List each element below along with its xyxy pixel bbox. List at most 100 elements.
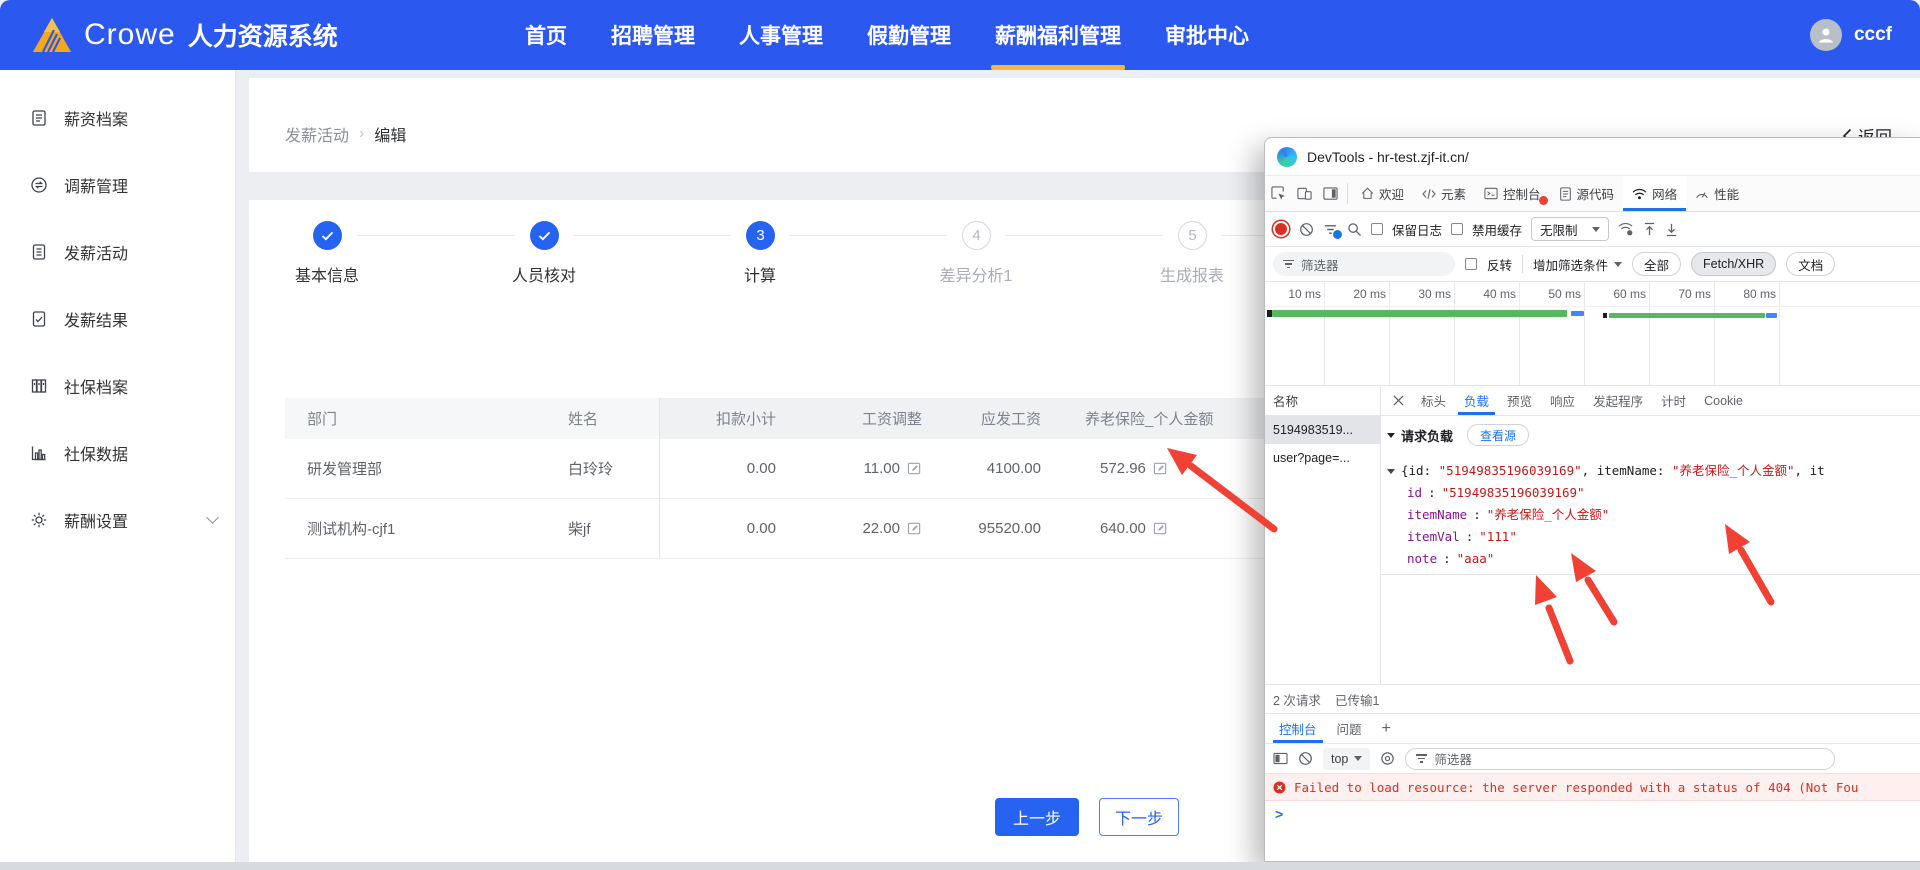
live-expression-icon[interactable] <box>1380 751 1395 766</box>
devtools-titlebar[interactable]: DevTools - hr-test.zjf-it.cn/ <box>1265 138 1920 176</box>
filter-pill-fetch-xhr[interactable]: Fetch/XHR <box>1691 252 1776 276</box>
col-header-dept: 部门 <box>285 398 560 439</box>
nav-item-home[interactable]: 首页 <box>525 0 567 70</box>
next-step-button[interactable]: 下一步 <box>1099 798 1179 836</box>
close-icon[interactable] <box>1385 386 1411 415</box>
step-1-basic-info[interactable] <box>313 221 342 250</box>
json-preview-row[interactable]: {id: "51949835196039169", itemName: "养老保… <box>1387 460 1919 482</box>
brand-name: Crowe <box>84 18 176 52</box>
detail-tab-timing[interactable]: 计时 <box>1653 386 1694 415</box>
filter-toggle-icon[interactable] <box>1323 223 1338 236</box>
divider <box>1347 183 1348 204</box>
preserve-log-checkbox[interactable] <box>1371 223 1383 235</box>
sidebar-item-social-archive[interactable]: 社保档案 <box>0 352 235 419</box>
step-2-person-check[interactable] <box>530 221 559 250</box>
search-icon[interactable] <box>1347 222 1362 237</box>
devtools-tab-sources[interactable]: 源代码 <box>1550 176 1624 211</box>
sidebar-item-salary-archive[interactable]: 薪资档案 <box>0 84 235 151</box>
gear-icon <box>30 511 48 529</box>
timeline-request-bar-blue <box>1766 313 1777 318</box>
import-har-icon[interactable] <box>1643 222 1656 237</box>
detail-tab-payload[interactable]: 负载 <box>1456 386 1497 415</box>
payroll-table: 部门 姓名 扣款小计 工资调整 应发工资 养老保险_个人金额 研发管理部 白玲玲… <box>285 398 1335 559</box>
devtools-tab-network[interactable]: 网络 <box>1623 176 1686 211</box>
console-filter-input[interactable]: 筛选器 <box>1405 748 1835 770</box>
network-overview-timeline: 10 ms 20 ms 30 ms 40 ms 50 ms 60 ms 70 m… <box>1265 282 1920 386</box>
invert-checkbox[interactable] <box>1465 258 1477 270</box>
console-sidebar-icon[interactable] <box>1273 752 1288 765</box>
filter-active-badge <box>1333 230 1342 239</box>
sidebar-item-salary-adjust[interactable]: 调薪管理 <box>0 151 235 218</box>
console-context-select[interactable]: top <box>1323 748 1370 770</box>
detail-tab-headers[interactable]: 标头 <box>1413 386 1454 415</box>
clear-icon[interactable] <box>1299 222 1314 237</box>
step-label: 差异分析1 <box>911 262 1041 286</box>
disable-cache-checkbox[interactable] <box>1451 223 1463 235</box>
check-icon <box>321 231 334 241</box>
filter-pill-all[interactable]: 全部 <box>1632 252 1681 276</box>
col-header-adjust: 工资调整 <box>790 398 930 439</box>
devtools-tab-elements[interactable]: 元素 <box>1413 176 1475 211</box>
col-header-name: 姓名 <box>560 398 660 439</box>
col-header-deduction: 扣款小计 <box>660 398 790 439</box>
timeline-tick: 50 ms <box>1526 287 1581 301</box>
network-filter-input[interactable]: 筛选器 <box>1273 252 1455 276</box>
table-row: 研发管理部 白玲玲 0.00 11.00 4100.00 572.96 <box>285 439 1335 499</box>
request-item[interactable]: user?page=... <box>1265 444 1380 472</box>
step-4-diff-analysis[interactable]: 4 <box>962 221 991 250</box>
throttling-select[interactable]: 无限制 <box>1531 217 1609 241</box>
user-box[interactable]: cccf <box>1810 0 1892 70</box>
filter-pill-doc[interactable]: 文档 <box>1786 252 1835 276</box>
nav-item-approval[interactable]: 审批中心 <box>1165 0 1249 70</box>
edit-icon[interactable] <box>907 461 922 476</box>
console-tab-issues[interactable]: 问题 <box>1329 714 1370 743</box>
nav-item-recruit[interactable]: 招聘管理 <box>611 0 695 70</box>
inspect-icon[interactable] <box>1265 176 1291 211</box>
nav-item-attendance[interactable]: 假勤管理 <box>867 0 951 70</box>
view-source-button[interactable]: 查看源 <box>1467 424 1529 446</box>
edit-icon[interactable] <box>1153 521 1168 536</box>
devtools-tab-welcome[interactable]: 欢迎 <box>1352 176 1413 211</box>
breadcrumb-root[interactable]: 发薪活动 <box>285 122 349 146</box>
console-tab-console[interactable]: 控制台 <box>1271 714 1325 743</box>
detail-tab-preview[interactable]: 预览 <box>1499 386 1540 415</box>
sidebar-item-salary-settings[interactable]: 薪酬设置 <box>0 486 235 553</box>
more-filters-dropdown[interactable]: 增加筛选条件 <box>1533 255 1622 274</box>
export-har-icon[interactable] <box>1665 222 1678 237</box>
top-nav: 首页 招聘管理 人事管理 假勤管理 薪酬福利管理 审批中心 <box>525 0 1249 70</box>
sidebar-item-social-data[interactable]: 社保数据 <box>0 419 235 486</box>
nav-item-personnel[interactable]: 人事管理 <box>739 0 823 70</box>
detail-tab-response[interactable]: 响应 <box>1542 386 1583 415</box>
error-icon <box>1273 781 1286 794</box>
sidebar: 薪资档案 调薪管理 发薪活动 发薪结果 <box>0 70 236 862</box>
record-button[interactable] <box>1275 223 1287 235</box>
detail-tab-initiator[interactable]: 发起程序 <box>1585 386 1651 415</box>
step-5-report[interactable]: 5 <box>1178 221 1207 250</box>
dock-side-icon[interactable] <box>1317 176 1343 211</box>
sidebar-item-payroll-activity[interactable]: 发薪活动 <box>0 218 235 285</box>
edit-icon[interactable] <box>907 521 922 536</box>
add-drawer-tab-icon[interactable]: + <box>1374 714 1399 743</box>
breadcrumb-current: 编辑 <box>374 122 406 146</box>
request-item[interactable]: 5194983519... <box>1265 416 1380 444</box>
edit-icon[interactable] <box>1153 461 1168 476</box>
sidebar-item-payroll-result[interactable]: 发薪结果 <box>0 285 235 352</box>
nav-item-payroll-benefits[interactable]: 薪酬福利管理 <box>995 0 1121 70</box>
sources-icon <box>1559 187 1572 201</box>
payload-section-label: 请求负载 <box>1401 426 1453 445</box>
detail-tab-cookie[interactable]: Cookie <box>1696 386 1751 415</box>
console-prompt[interactable]: > <box>1265 801 1920 827</box>
step-3-calculate[interactable]: 3 <box>746 221 775 250</box>
sidebar-item-label: 薪资档案 <box>64 106 217 130</box>
clear-console-icon[interactable] <box>1298 751 1313 766</box>
sidebar-item-label: 薪酬设置 <box>64 508 192 532</box>
payload-json-tree: {id: "51949835196039169", itemName: "养老保… <box>1387 460 1919 570</box>
payload-section-title[interactable]: 请求负载 <box>1387 426 1453 445</box>
network-conditions-icon[interactable] <box>1618 222 1634 236</box>
invert-label: 反转 <box>1487 255 1512 274</box>
col-header-payable: 应发工资 <box>930 398 1055 439</box>
devtools-tab-performance[interactable]: 性能 <box>1686 176 1748 211</box>
devtools-tab-console[interactable]: 控制台 <box>1475 176 1550 211</box>
prev-step-button[interactable]: 上一步 <box>995 798 1079 836</box>
device-toolbar-icon[interactable] <box>1291 176 1317 211</box>
